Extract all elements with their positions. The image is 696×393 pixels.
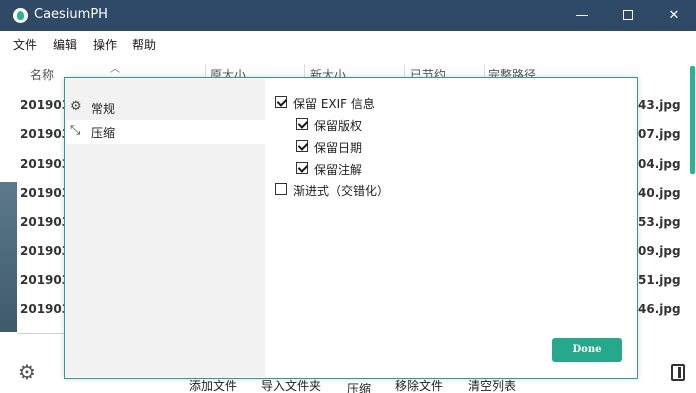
table-row-path[interactable]: 51.jpg <box>638 273 681 287</box>
gears-icon: ⚙ <box>70 99 82 114</box>
menu-action[interactable]: 操作 <box>93 36 117 53</box>
remove-files-button[interactable]: 移除文件 <box>395 377 443 393</box>
compress-button[interactable]: 压缩 <box>347 380 371 393</box>
maximize-icon <box>623 10 633 20</box>
close-button[interactable]: ✕ <box>651 0 696 31</box>
table-row-path[interactable]: 43.jpg <box>638 98 681 112</box>
keep-copyright-label: 保留版权 <box>314 119 363 133</box>
menu-help[interactable]: 帮助 <box>132 36 156 53</box>
add-files-button[interactable]: 添加文件 <box>189 377 237 393</box>
progressive-label: 渐进式（交错化） <box>293 184 390 198</box>
table-row-path[interactable]: 46.jpg <box>638 302 681 316</box>
scrollbar-thumb[interactable] <box>690 66 695 174</box>
clear-list-button[interactable]: 清空列表 <box>468 377 516 393</box>
app-logo-icon <box>13 8 28 23</box>
nav-item-general[interactable]: ⚙ 常规 <box>66 96 265 120</box>
minimize-button[interactable]: — <box>559 0 605 31</box>
column-header-name[interactable]: 名称 <box>30 66 54 83</box>
sort-ascending-icon: ︿ <box>110 64 120 75</box>
table-row-path[interactable]: 04.jpg <box>638 157 681 171</box>
table-row-path[interactable]: 09.jpg <box>638 244 681 258</box>
nav-item-label: 常规 <box>91 102 116 116</box>
nav-item-compression[interactable]: ⤡ 压缩 <box>66 120 265 144</box>
settings-gear-icon[interactable]: ⚙ <box>18 362 36 382</box>
keep-comment-label: 保留注解 <box>314 163 363 177</box>
settings-dialog: ⚙ 常规 ⤡ 压缩 保留 EXIF 信息 保留版权 保留日期 保留注解 渐进式（… <box>64 77 638 379</box>
table-row-path[interactable]: 40.jpg <box>638 186 681 200</box>
keep-exif-label: 保留 EXIF 信息 <box>293 97 375 111</box>
menu-edit[interactable]: 编辑 <box>53 36 77 53</box>
nav-item-label: 压缩 <box>91 126 116 140</box>
keep-comment-checkbox[interactable] <box>296 162 308 174</box>
table-row-path[interactable]: 53.jpg <box>638 215 681 229</box>
maximize-button[interactable] <box>605 0 651 31</box>
side-panel-toggle-icon[interactable] <box>671 364 685 381</box>
done-button[interactable]: Done <box>552 338 622 362</box>
progressive-checkbox[interactable] <box>275 183 287 195</box>
keep-exif-checkbox[interactable] <box>275 96 287 108</box>
compress-arrows-icon: ⤡ <box>70 123 81 138</box>
title-bar: CaesiumPH — ✕ <box>0 0 696 31</box>
image-preview-strip <box>0 182 17 332</box>
table-row-path[interactable]: 07.jpg <box>638 127 681 141</box>
keep-date-checkbox[interactable] <box>296 140 308 152</box>
settings-nav: ⚙ 常规 ⤡ 压缩 <box>66 79 265 377</box>
keep-copyright-checkbox[interactable] <box>296 118 308 130</box>
keep-date-label: 保留日期 <box>314 141 363 155</box>
menu-file[interactable]: 文件 <box>13 36 37 53</box>
window-title: CaesiumPH <box>34 7 108 22</box>
menu-bar: 文件 编辑 操作 帮助 <box>0 31 696 55</box>
import-folder-button[interactable]: 导入文件夹 <box>261 377 321 393</box>
